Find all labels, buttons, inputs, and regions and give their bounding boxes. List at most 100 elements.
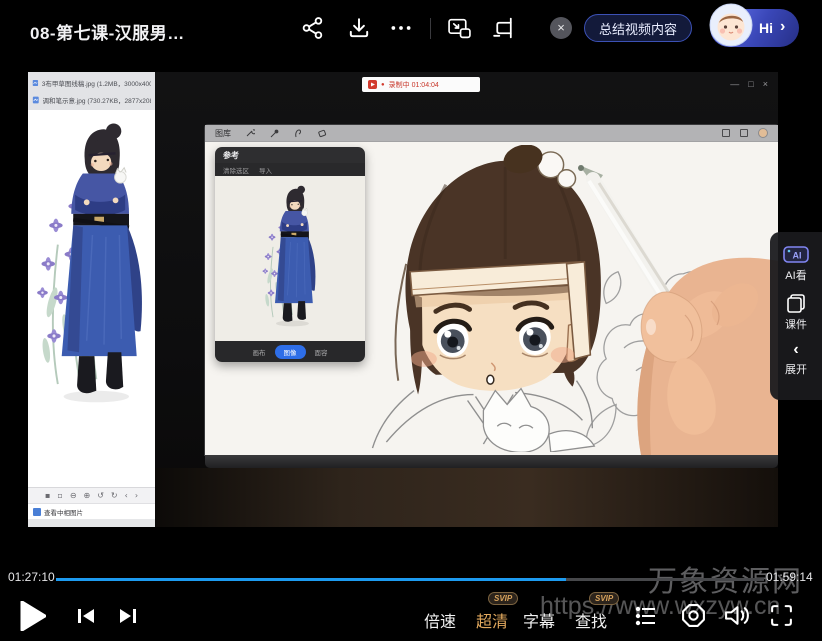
find-button[interactable]: 查找 — [575, 608, 607, 632]
import-button: 导入 — [259, 165, 272, 175]
desk-surface — [155, 468, 778, 527]
side-tools-panel: AI AI看 课件 ‹ 展开 — [770, 232, 822, 400]
playlist-button[interactable] — [634, 604, 658, 631]
reference-actions: 清除选区 导入 — [215, 163, 365, 176]
cast-button[interactable] — [490, 16, 516, 42]
clear-selection-button: 清除选区 — [223, 165, 249, 175]
smudge-icon — [293, 128, 303, 138]
brush-icon — [269, 128, 279, 138]
recording-time: 录制中 01:04:04 — [389, 80, 439, 90]
play-icon — [20, 601, 46, 631]
share-icon — [301, 16, 325, 40]
play-button[interactable] — [20, 601, 46, 634]
reference-tabs: 画布 图像 面容 — [215, 341, 365, 362]
cast-icon — [491, 16, 516, 40]
slideshow-icon: ▫ — [57, 492, 62, 500]
file-row: 3布甲草图线稿.jpg (1.2MB，3000x4000像素) · 1/1 — [28, 74, 155, 91]
reference-panel-header: 参考 — [215, 147, 365, 163]
quality-button[interactable]: 超清 — [476, 608, 508, 632]
video-surface[interactable]: 3布甲草图线稿.jpg (1.2MB，3000x4000像素) · 1/1 调和… — [28, 72, 778, 527]
assistant-pill[interactable]: Hi › — [710, 9, 799, 47]
drawing-tablet: 图库 — [205, 125, 778, 455]
procreate-toolbar-right — [722, 128, 768, 138]
rotate-right-icon: ↻ — [111, 492, 118, 500]
viewer-footer — [28, 519, 155, 527]
previous-button[interactable] — [76, 606, 96, 629]
expand-label: 展开 — [785, 361, 807, 377]
recorder-logo-icon — [368, 80, 377, 89]
previous-icon — [76, 606, 96, 626]
progress-bar[interactable] — [56, 578, 764, 581]
summarize-video-button[interactable]: 总结视频内容 — [584, 14, 692, 42]
image-file-icon — [32, 78, 39, 88]
subtitle-button[interactable]: 字幕 — [523, 608, 555, 632]
ai-watch-button[interactable]: AI AI看 — [783, 244, 809, 283]
procreate-toolbar: 图库 — [205, 125, 778, 142]
download-icon — [347, 16, 371, 40]
speed-button[interactable]: 倍速 — [424, 608, 456, 632]
toolbar-separator — [430, 18, 431, 39]
reference-illustration — [29, 110, 154, 478]
rotate-left-icon: ↺ — [97, 492, 104, 500]
close-button[interactable]: × — [550, 17, 572, 39]
next-button[interactable] — [118, 606, 138, 629]
more-button[interactable] — [388, 16, 414, 42]
top-bar: 08-第七课-汉服男… — [0, 0, 822, 60]
file-name: 调和笔示意.jpg (730.27KB，2877x2083像素) — [43, 95, 151, 105]
current-time: 01:27:10 — [8, 570, 55, 584]
zoom-out-icon: ⊖ — [70, 492, 77, 500]
more-icon — [389, 16, 413, 40]
image-file-icon — [32, 95, 40, 105]
total-time: 01:59:14 — [766, 570, 813, 584]
tab-image: 图像 — [275, 345, 306, 359]
zoom-in-icon: ⊕ — [84, 492, 91, 500]
color-swatch-icon — [758, 128, 768, 138]
reference-thumbnail — [255, 179, 325, 339]
image-viewer-panel: 3布甲草图线稿.jpg (1.2MB，3000x4000像素) · 1/1 调和… — [28, 72, 155, 527]
reference-panel: 参考 清除选区 导入 画布 图像 — [215, 147, 365, 362]
assistant-avatar-icon — [708, 2, 754, 48]
minimize-icon: — — [730, 79, 739, 89]
svip-badge: SVIP — [589, 592, 619, 605]
playlist-icon — [634, 604, 658, 628]
progress-played — [56, 578, 566, 581]
ai-camera-icon: AI — [783, 244, 809, 264]
fullscreen-icon — [769, 603, 794, 628]
assistant-chevron-icon: › — [780, 18, 785, 36]
volume-icon — [724, 603, 751, 628]
courseware-label: 课件 — [785, 316, 807, 332]
reference-title: 参考 — [223, 150, 239, 161]
next-image-icon: › — [135, 492, 138, 500]
record-screen-button[interactable] — [681, 603, 706, 631]
share-button[interactable] — [300, 16, 326, 42]
courseware-button[interactable]: 课件 — [785, 293, 807, 332]
next-icon — [118, 606, 138, 626]
fullscreen-button[interactable] — [769, 603, 794, 631]
wrench-icon — [245, 128, 255, 138]
prev-image-icon: ‹ — [125, 492, 128, 500]
artist-hand-and-stylus — [535, 165, 778, 455]
courseware-icon — [786, 293, 806, 313]
recording-indicator: ● 录制中 01:04:04 — [362, 77, 480, 92]
file-list: 3布甲草图线稿.jpg (1.2MB，3000x4000像素) · 1/1 调和… — [28, 72, 155, 110]
adjust-icon — [740, 129, 748, 137]
picture-in-picture-icon — [447, 16, 472, 40]
file-row: 调和笔示意.jpg (730.27KB，2877x2083像素) — [28, 91, 155, 108]
picture-in-picture-button[interactable] — [446, 16, 472, 42]
close-icon: × — [557, 20, 565, 35]
download-button[interactable] — [346, 16, 372, 42]
record-screen-icon — [681, 603, 706, 628]
layers-icon — [722, 129, 730, 137]
thumbnail-icon: ▪ — [45, 492, 50, 500]
drawing-canvas: 参考 清除选区 导入 画布 图像 — [205, 142, 778, 455]
window-controls: — □ × — [730, 79, 768, 89]
file-name: 3布甲草图线稿.jpg (1.2MB，3000x4000像素) · 1/1 — [42, 78, 151, 88]
expand-button[interactable]: ‹ 展开 — [785, 342, 807, 377]
ai-watch-label: AI看 — [785, 267, 806, 283]
svg-text:AI: AI — [793, 251, 802, 261]
maximize-icon: □ — [748, 79, 753, 89]
viewer-image-area — [28, 110, 155, 487]
video-title: 08-第七课-汉服男… — [30, 19, 185, 44]
tab-canvas: 画布 — [253, 347, 266, 357]
volume-button[interactable] — [724, 603, 751, 631]
